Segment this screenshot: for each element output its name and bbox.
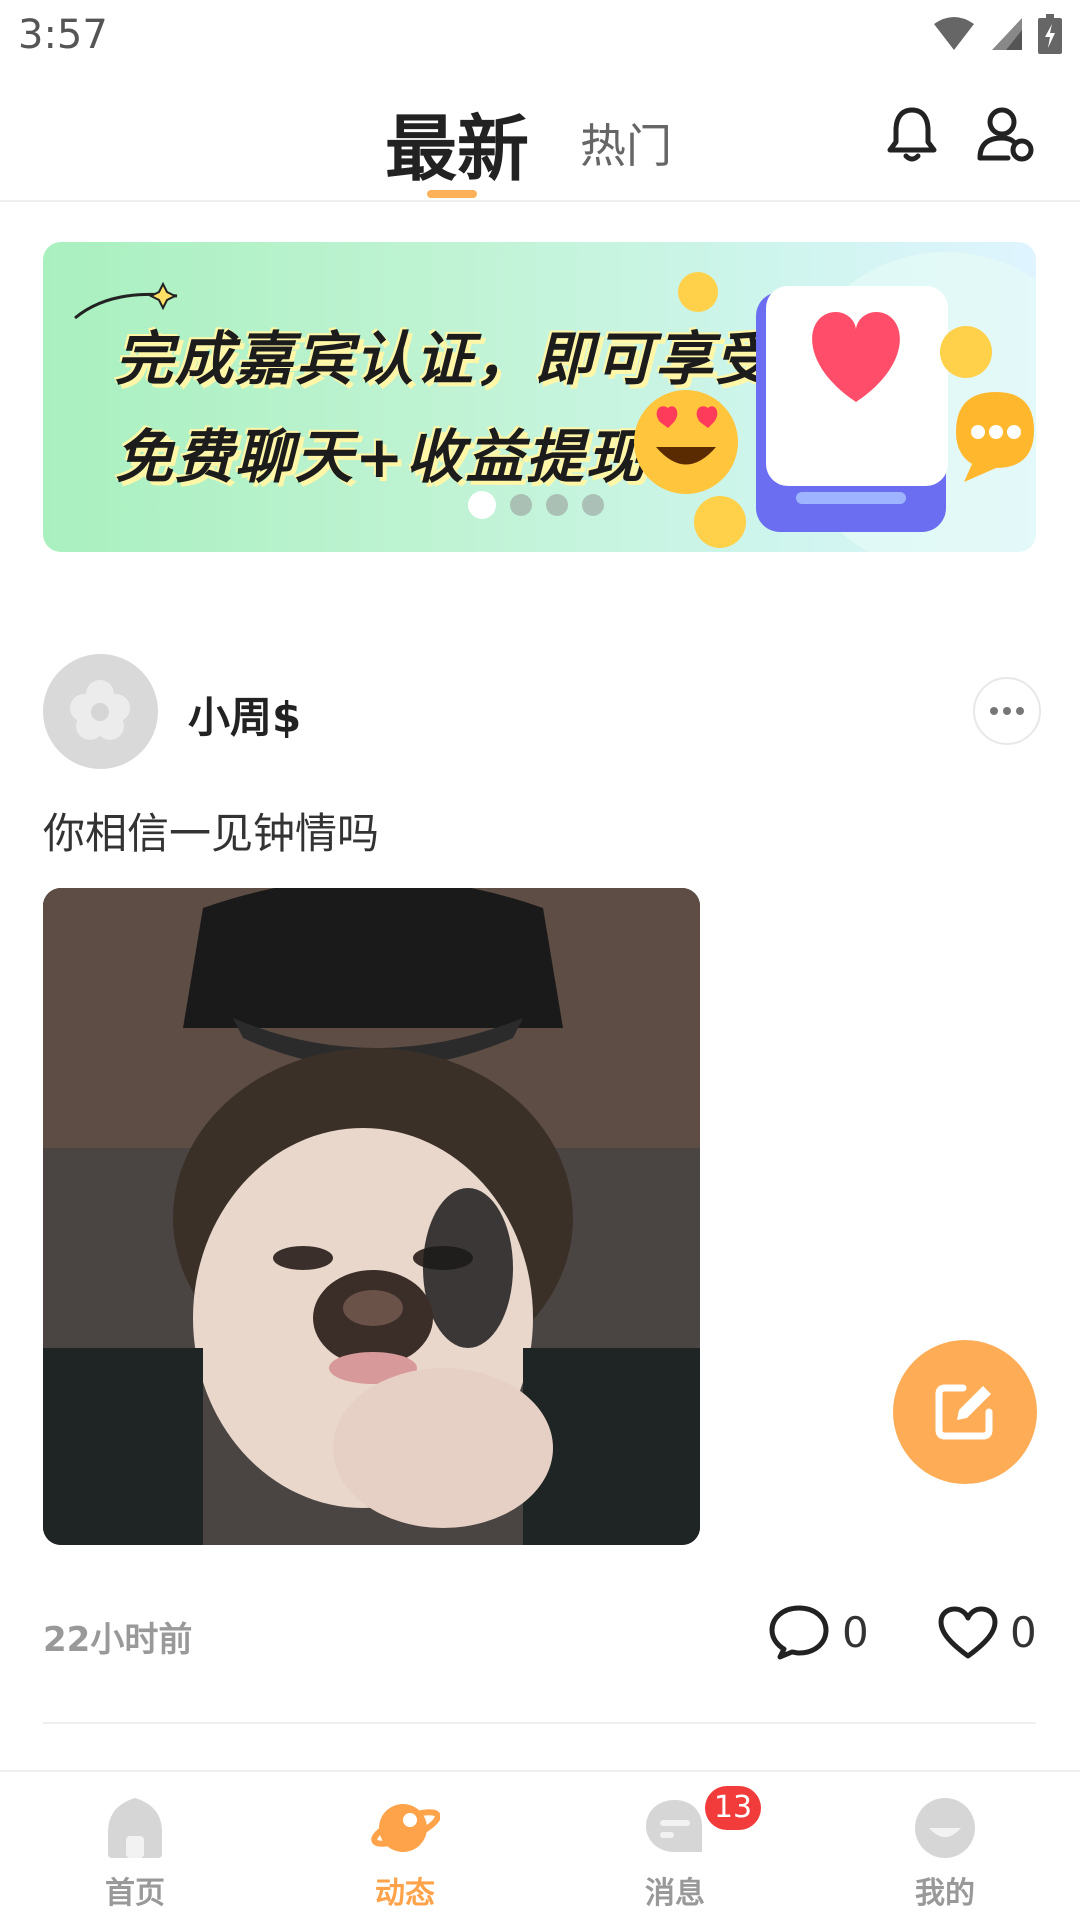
banner-dot[interactable] — [582, 494, 604, 516]
heart-icon[interactable] — [938, 1606, 998, 1660]
comment-count: 0 — [842, 1608, 869, 1657]
tab-active-indicator — [427, 190, 477, 198]
post-username[interactable]: 小周$ — [188, 684, 301, 745]
user-settings-icon[interactable] — [974, 102, 1038, 166]
nav-home-label: 首页 — [105, 1876, 165, 1911]
banner-dot[interactable] — [468, 491, 496, 519]
post-divider — [43, 1722, 1036, 1724]
nav-profile-label: 我的 — [915, 1876, 975, 1911]
nav-home[interactable]: 首页 — [65, 1792, 205, 1912]
signal-icon — [992, 18, 1022, 50]
message-icon — [646, 1800, 702, 1852]
status-time: 3:57 — [18, 12, 108, 58]
more-options-button[interactable] — [973, 677, 1041, 745]
status-icons — [932, 14, 1062, 54]
top-header: 最新 热门 — [0, 72, 1080, 202]
unread-badge: 13 — [705, 1786, 761, 1830]
nav-messages[interactable]: 13 消息 — [605, 1786, 761, 1912]
nav-feed-label: 动态 — [375, 1876, 435, 1911]
tab-hot[interactable]: 热门 — [580, 110, 672, 176]
banner-dot[interactable] — [546, 494, 568, 516]
avatar[interactable] — [43, 654, 158, 769]
tab-latest[interactable]: 最新 — [385, 90, 529, 195]
compose-post-button[interactable] — [893, 1340, 1037, 1484]
nav-profile[interactable]: 我的 — [875, 1792, 1015, 1912]
status-bar: 3:57 — [0, 0, 1080, 72]
bottom-navigation: 首页 动态 13 消息 我的 — [0, 1770, 1080, 1922]
like-count: 0 — [1010, 1608, 1037, 1657]
promo-banner[interactable]: 完成嘉宾认证，即可享受 免费聊天+收益提现！ — [43, 242, 1036, 552]
profile-icon — [915, 1798, 975, 1858]
wifi-icon — [934, 17, 974, 50]
post-text: 你相信一见钟情吗 — [43, 809, 380, 858]
post-timestamp: 22小时前 — [43, 1620, 193, 1660]
home-icon — [108, 1798, 162, 1858]
comment-icon[interactable] — [768, 1604, 830, 1660]
nav-feed[interactable]: 动态 — [335, 1792, 475, 1912]
more-icon — [990, 707, 1024, 715]
banner-dot[interactable] — [510, 494, 532, 516]
planet-icon — [371, 1804, 441, 1852]
nav-messages-label: 消息 — [645, 1876, 705, 1911]
flower-avatar-icon — [70, 680, 130, 740]
battery-icon — [1038, 14, 1062, 54]
photo-placeholder — [43, 888, 700, 1545]
post-photo[interactable] — [43, 888, 700, 1545]
banner-pagination — [468, 491, 604, 519]
edit-icon — [935, 1384, 993, 1440]
bell-icon[interactable] — [880, 102, 944, 166]
banner-illustration — [634, 252, 1036, 552]
